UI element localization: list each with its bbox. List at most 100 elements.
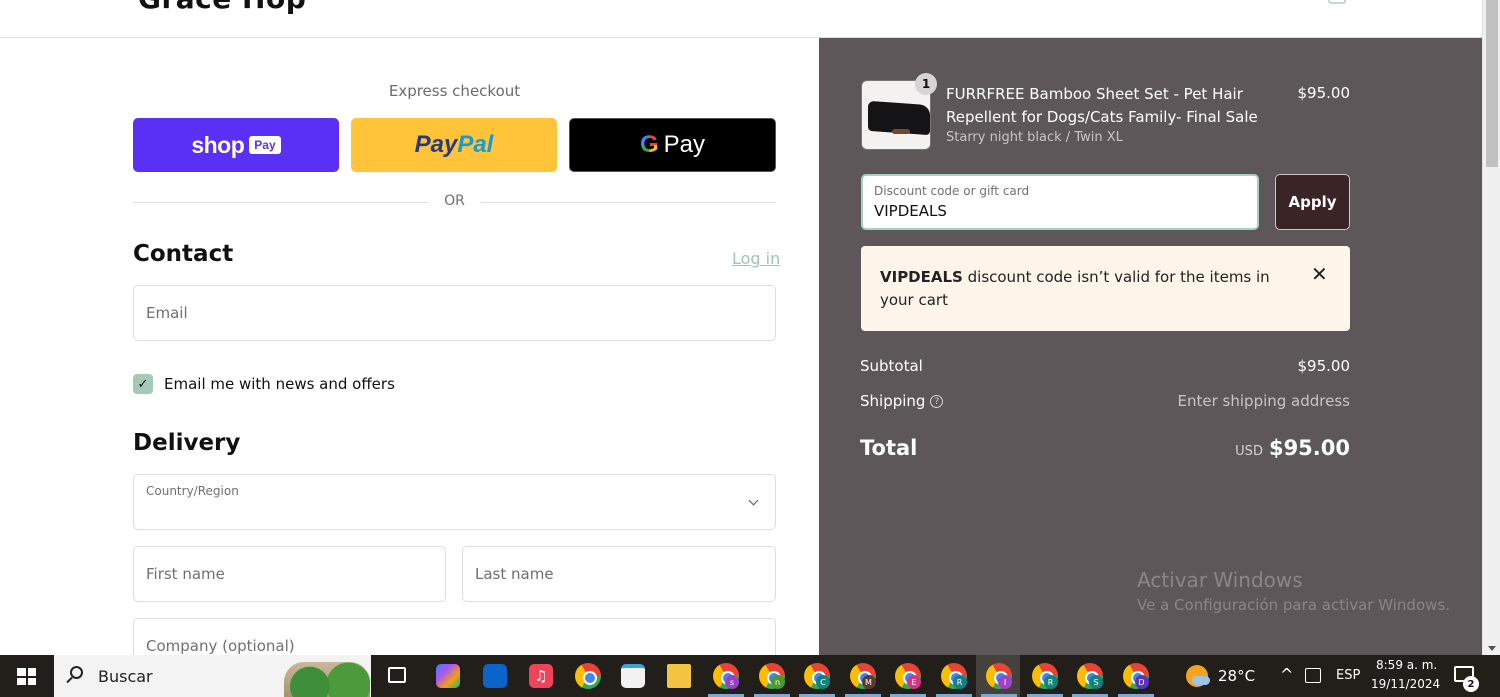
- shop-pay-button[interactable]: shop Pay: [133, 118, 339, 172]
- total-currency: USD: [1235, 444, 1263, 459]
- profile-badge: s: [725, 675, 739, 689]
- last-name-field[interactable]: [462, 546, 776, 602]
- chrome-profile-icon[interactable]: R: [1031, 663, 1058, 689]
- copilot-icon[interactable]: [436, 664, 460, 688]
- chrome-profile-icon[interactable]: C: [804, 663, 830, 689]
- chevron-up-icon[interactable]: ^: [1280, 665, 1293, 684]
- shipping-value: Enter shipping address: [1177, 392, 1350, 410]
- scroll-down-arrow-icon[interactable]: [1488, 646, 1496, 651]
- weather-icon[interactable]: [1186, 665, 1210, 687]
- windows-activation-watermark: Activar Windows Ve a Configuración para …: [1137, 568, 1450, 614]
- profile-badge: D: [1134, 675, 1149, 689]
- first-name-field[interactable]: [133, 546, 446, 602]
- or-divider: OR: [133, 192, 776, 212]
- total-row: Total USD $95.00: [860, 436, 1350, 460]
- express-checkout-title: Express checkout: [388, 82, 521, 100]
- newsletter-label: Email me with news and offers: [164, 375, 395, 393]
- contact-heading: Contact: [133, 241, 234, 267]
- email-input[interactable]: [134, 286, 775, 340]
- error-code: VIPDEALS: [880, 268, 963, 286]
- company-field[interactable]: [133, 618, 776, 655]
- discount-field[interactable]: Discount code or gift card: [861, 174, 1259, 230]
- total-label: Total: [860, 436, 918, 460]
- outlook-icon[interactable]: [483, 664, 507, 688]
- google-pay-button[interactable]: G Pay: [569, 118, 776, 172]
- profile-badge: C: [816, 675, 830, 689]
- profile-badge: S: [1089, 675, 1103, 689]
- search-icon: [70, 666, 83, 679]
- discount-input[interactable]: [874, 202, 1244, 220]
- clock-time[interactable]: 8:59 a. m.: [1376, 658, 1437, 672]
- checkout-form: Express checkout shop Pay Pay Pal G Pay O…: [0, 38, 819, 655]
- store-logo[interactable]: Grace Hop: [138, 0, 306, 15]
- chrome-profile-icon[interactable]: I: [986, 663, 1012, 689]
- google-pay-label: Pay: [663, 131, 706, 158]
- chrome-icon[interactable]: [575, 663, 601, 689]
- last-name-input[interactable]: [463, 547, 775, 601]
- paypal-logo-part1: Pay: [414, 131, 458, 158]
- subtotal-label: Subtotal: [860, 357, 923, 375]
- cart-bag-icon[interactable]: [1328, 0, 1346, 4]
- windows-taskbar: Buscar ♫ s n C M E R I R S D 28°C ^ ESP 8:59 a. m…: [0, 655, 1500, 697]
- profile-badge: M: [861, 675, 876, 689]
- music-app-icon[interactable]: ♫: [529, 664, 553, 688]
- shipping-row: Shipping? Enter shipping address: [860, 392, 1350, 410]
- product-variant: Starry night black / Twin XL: [946, 130, 1123, 145]
- microsoft-store-icon[interactable]: [621, 664, 645, 688]
- close-icon[interactable]: ✕: [1311, 262, 1328, 286]
- chrome-profile-icon[interactable]: s: [713, 663, 739, 689]
- site-header: Grace Hop: [0, 0, 1482, 38]
- subtotal-value: $95.00: [1297, 357, 1351, 375]
- paypal-button[interactable]: Pay Pal: [351, 118, 557, 172]
- notification-count-badge: 2: [1463, 676, 1479, 692]
- subtotal-row: Subtotal $95.00: [860, 357, 1350, 375]
- or-label: OR: [444, 193, 465, 209]
- email-field[interactable]: [133, 285, 776, 341]
- search-highlight-image: [284, 662, 370, 697]
- shop-pay-logo: shop: [191, 131, 245, 158]
- divider-line: [481, 202, 776, 203]
- chrome-profile-icon[interactable]: M: [849, 663, 876, 689]
- product-price: $95.00: [1297, 84, 1351, 102]
- shop-pay-badge: Pay: [249, 136, 281, 154]
- chrome-profile-icon[interactable]: n: [758, 663, 785, 689]
- discount-label: Discount code or gift card: [874, 184, 1030, 198]
- country-label: Country/Region: [146, 484, 239, 498]
- watermark-subtitle: Ve a Configuración para activar Windows.: [1137, 596, 1450, 614]
- order-summary: 1 FURRFREE Bamboo Sheet Set - Pet Hair R…: [819, 38, 1482, 655]
- checkmark-icon: ✓: [137, 376, 149, 392]
- company-input[interactable]: [134, 619, 775, 655]
- language-indicator[interactable]: ESP: [1336, 668, 1360, 683]
- discount-error-banner: VIPDEALS discount code isn’t valid for t…: [861, 246, 1350, 331]
- chevron-down-icon: [748, 495, 759, 506]
- profile-badge: n: [770, 675, 785, 689]
- login-link[interactable]: Log in: [732, 249, 780, 268]
- windows-start-icon[interactable]: [17, 668, 36, 685]
- first-name-input[interactable]: [134, 547, 445, 601]
- file-explorer-icon[interactable]: [667, 664, 691, 688]
- checkout-page: Grace Hop Express checkout shop Pay PayP…: [0, 0, 1482, 655]
- chrome-profile-icon[interactable]: R: [940, 663, 967, 689]
- watermark-title: Activar Windows: [1137, 568, 1303, 592]
- page-scrollbar[interactable]: [1482, 0, 1500, 655]
- chrome-profile-icon[interactable]: D: [1122, 663, 1149, 689]
- profile-badge: R: [1043, 675, 1058, 689]
- chrome-profile-icon[interactable]: S: [1077, 663, 1103, 689]
- chrome-profile-icon[interactable]: E: [895, 663, 921, 689]
- country-select[interactable]: Country/Region: [133, 474, 776, 530]
- clock-date[interactable]: 19/11/2024: [1371, 677, 1440, 691]
- profile-badge: R: [952, 675, 967, 689]
- help-circle-icon[interactable]: ?: [930, 395, 944, 408]
- newsletter-checkbox[interactable]: ✓: [133, 374, 153, 394]
- quantity-badge: 1: [915, 73, 937, 95]
- taskbar-search[interactable]: Buscar: [54, 655, 371, 697]
- delivery-heading: Delivery: [133, 430, 241, 456]
- temperature[interactable]: 28°C: [1218, 667, 1255, 685]
- network-icon[interactable]: [1305, 668, 1321, 683]
- total-value: $95.00: [1268, 436, 1350, 460]
- scrollbar-thumb[interactable]: [1486, 0, 1498, 167]
- error-message: VIPDEALS discount code isn’t valid for t…: [880, 266, 1290, 312]
- apply-discount-button[interactable]: Apply: [1275, 174, 1350, 230]
- task-view-icon[interactable]: [388, 667, 406, 683]
- product-name: FURRFREE Bamboo Sheet Set - Pet Hair Rep…: [946, 85, 1258, 126]
